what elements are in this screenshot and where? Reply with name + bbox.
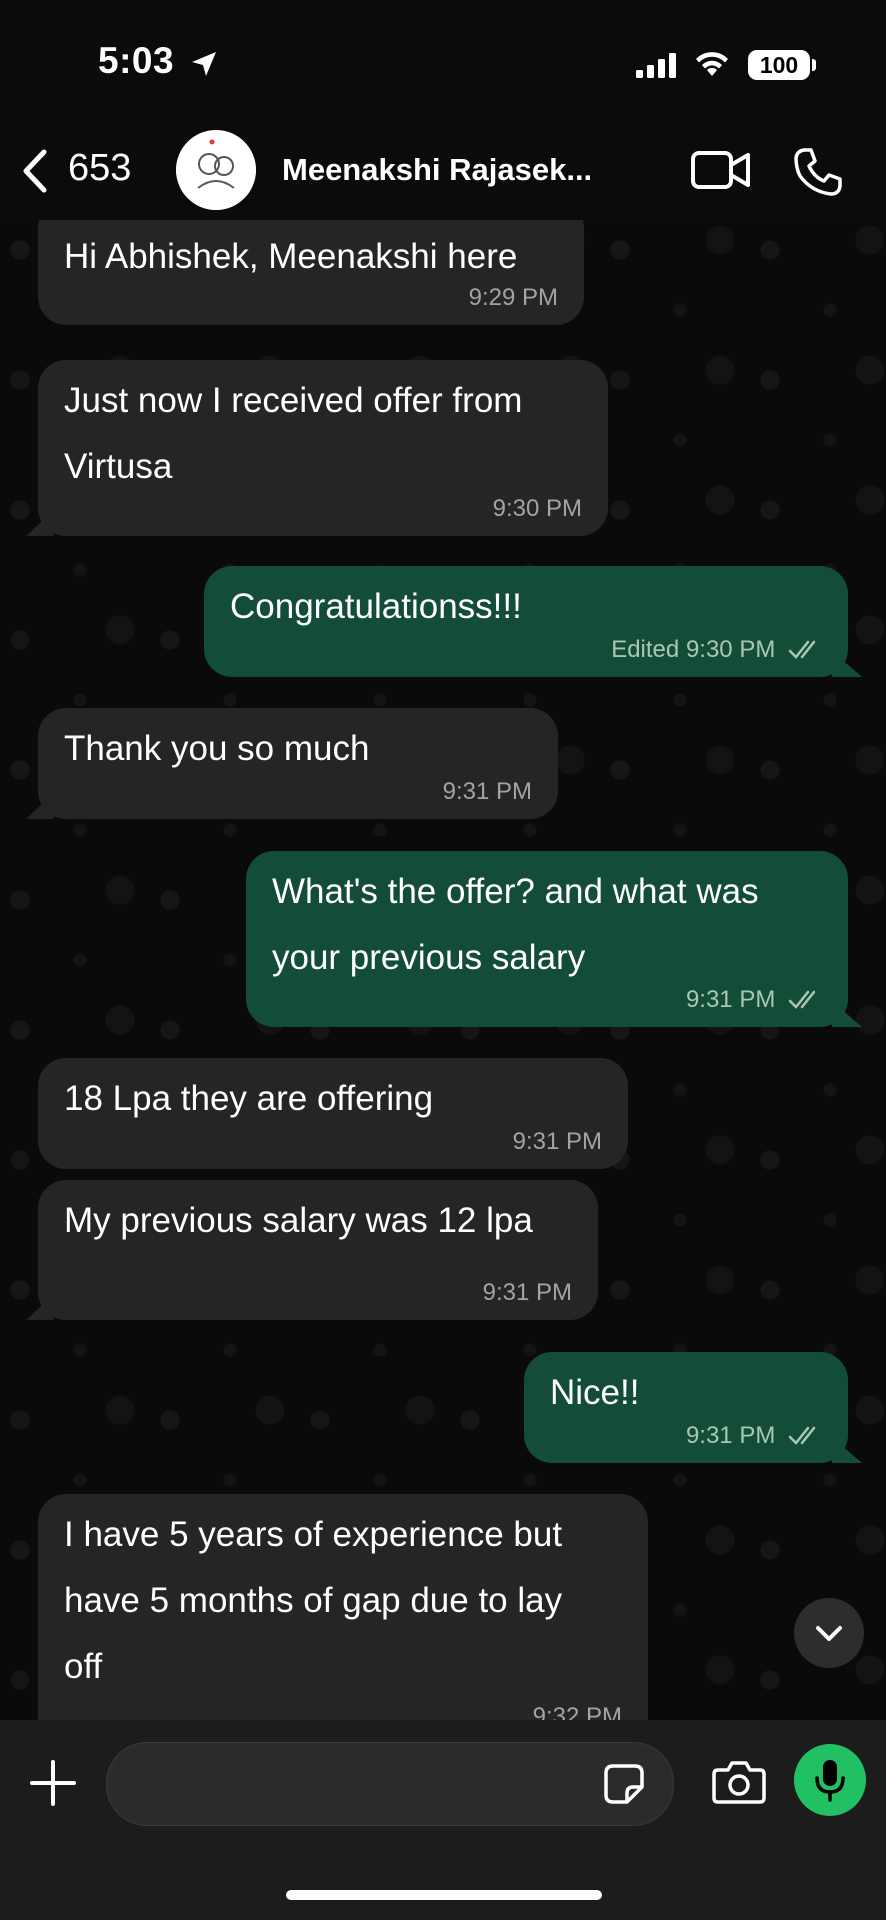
video-call-icon[interactable] <box>690 148 752 192</box>
message-incoming[interactable]: My previous salary was 12 lpa 9:31 PM <box>26 1180 598 1320</box>
message-text: 18 Lpa they are offering <box>64 1066 433 1132</box>
message-time: 9:29 PM <box>468 284 558 311</box>
message-incoming[interactable]: Hi Abhishek, Meenakshi here 9:29 PM <box>38 220 584 325</box>
wifi-icon <box>696 52 728 76</box>
bubble-tail <box>26 1294 54 1320</box>
contact-name[interactable]: Meenakshi Rajasek... <box>282 152 612 188</box>
bubble-tail <box>832 651 862 677</box>
chat-header: 653 Meenakshi Rajasek... <box>0 120 886 220</box>
message-incoming[interactable]: Just now I received offer from Virtusa 9… <box>26 360 608 536</box>
bubble-tail <box>832 1437 862 1463</box>
message-meta: 9:31 PM <box>686 1421 822 1451</box>
voice-message-button[interactable] <box>794 1744 866 1816</box>
double-check-icon <box>788 640 816 659</box>
message-line: My previous salary was 12 lpa <box>64 1201 533 1240</box>
message-outgoing[interactable]: Nice!! 9:31 PM <box>524 1352 862 1463</box>
message-meta: Edited 9:30 PM <box>611 635 822 665</box>
message-time: 9:31 PM <box>685 1422 776 1449</box>
message-line: Just now I received offer from <box>64 381 523 420</box>
message-text: Thank you so much <box>64 716 369 782</box>
message-line: What's the offer? and what was <box>272 872 759 911</box>
microphone-icon <box>815 1760 845 1802</box>
double-check-icon <box>788 990 816 1009</box>
avatar[interactable] <box>176 130 256 210</box>
message-outgoing[interactable]: What's the offer? and what was your prev… <box>246 851 862 1027</box>
message-text: Just now I received offer from Virtusa <box>64 368 522 500</box>
message-outgoing[interactable]: Congratulationss!!! Edited 9:30 PM <box>204 566 862 677</box>
composer-bar <box>0 1720 886 1920</box>
message-incoming[interactable]: 18 Lpa they are offering 9:31 PM <box>38 1058 628 1169</box>
edited-label: Edited <box>611 636 680 663</box>
message-line: off <box>64 1647 103 1686</box>
message-time: 9:30 PM <box>492 495 582 522</box>
bubble-tail <box>26 510 54 536</box>
message-time: 9:30 PM <box>685 636 776 663</box>
message-line: Congratulationss!!! <box>230 587 522 626</box>
message-text: I have 5 years of experience but have 5 … <box>64 1502 562 1700</box>
location-arrow-icon <box>192 52 216 76</box>
plus-icon[interactable] <box>30 1760 76 1806</box>
phone-call-icon[interactable] <box>792 146 844 198</box>
message-text: Congratulationss!!! <box>230 574 522 640</box>
message-incoming[interactable]: Thank you so much 9:31 PM <box>26 708 558 819</box>
status-time: 5:03 <box>98 40 175 81</box>
chevron-down-icon <box>816 1626 842 1641</box>
message-text: Hi Abhishek, Meenakshi here <box>64 224 517 290</box>
message-time: 9:31 PM <box>685 986 776 1013</box>
chevron-left-icon[interactable] <box>20 148 50 194</box>
message-text: My previous salary was 12 lpa <box>64 1188 533 1254</box>
message-time: 9:31 PM <box>512 1128 602 1155</box>
avatar-illustration-icon <box>176 130 256 210</box>
bubble-tail <box>26 793 54 819</box>
status-bar: 5:03 100 <box>0 0 886 120</box>
message-line: I have 5 years of experience but <box>64 1515 563 1554</box>
message-line: Nice!! <box>550 1373 640 1412</box>
message-input[interactable] <box>131 1743 605 1827</box>
message-time: 9:31 PM <box>442 778 532 805</box>
message-line: Hi Abhishek, Meenakshi here <box>64 237 518 276</box>
double-check-icon <box>788 1426 816 1445</box>
back-unread-count[interactable]: 653 <box>68 147 131 190</box>
message-line: 18 Lpa they are offering <box>64 1079 434 1118</box>
cellular-signal-icon <box>636 53 676 78</box>
message-line: Thank you so much <box>64 729 370 768</box>
camera-icon[interactable] <box>712 1760 766 1804</box>
battery-cap <box>812 59 816 71</box>
message-line: have 5 months of gap due to lay <box>64 1581 563 1620</box>
message-text: What's the offer? and what was your prev… <box>272 859 759 991</box>
message-line: Virtusa <box>64 447 173 486</box>
sticker-icon[interactable] <box>603 1763 645 1805</box>
message-time: 9:32 PM <box>532 1703 622 1720</box>
chat-messages[interactable]: Hi Abhishek, Meenakshi here 9:29 PM Just… <box>0 220 886 1720</box>
message-meta: 9:31 PM <box>686 985 822 1015</box>
message-line: your previous salary <box>272 938 586 977</box>
message-time: 9:31 PM <box>482 1279 572 1306</box>
message-incoming[interactable]: I have 5 years of experience but have 5 … <box>38 1494 648 1720</box>
scroll-to-bottom-button[interactable] <box>794 1598 864 1668</box>
home-indicator[interactable] <box>286 1890 602 1900</box>
message-input-container[interactable] <box>106 1742 674 1827</box>
bubble-tail <box>832 1001 862 1027</box>
battery-indicator: 100 <box>748 50 810 80</box>
message-text: Nice!! <box>550 1360 639 1426</box>
